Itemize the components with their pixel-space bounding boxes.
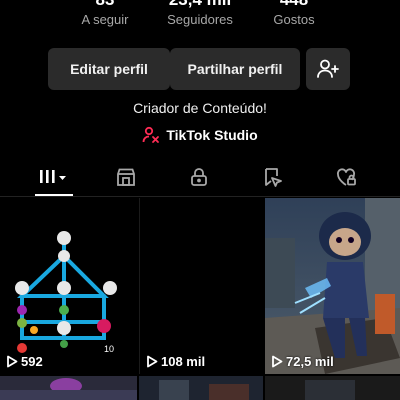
tab-store[interactable] xyxy=(103,160,149,194)
tiktok-studio-link[interactable]: TikTok Studio xyxy=(0,126,400,144)
profile-tabs xyxy=(0,160,400,196)
video-thumbnail[interactable]: 72,5 mil xyxy=(265,198,400,374)
tabs-divider xyxy=(0,196,400,197)
tab-private[interactable] xyxy=(176,160,222,194)
video-thumbnail-image xyxy=(265,376,400,400)
video-thumbnail[interactable]: 108 mil xyxy=(139,198,264,374)
tiktok-studio-icon xyxy=(142,126,160,143)
video-thumbnail[interactable] xyxy=(139,376,263,400)
store-icon xyxy=(117,168,135,186)
video-thumbnail[interactable] xyxy=(0,376,137,400)
edit-profile-button[interactable]: Editar perfil xyxy=(48,48,170,90)
video-grid: 10 592 108 mil 72,5 mil xyxy=(0,198,400,400)
likes-label: Gostos xyxy=(273,12,315,27)
add-friend-icon xyxy=(317,59,339,78)
repost-icon xyxy=(265,168,282,187)
video-thumbnail-image xyxy=(139,376,263,400)
following-count: 83 xyxy=(62,0,148,10)
profile-bio: Criador de Conteúdo! xyxy=(133,100,267,116)
play-icon xyxy=(7,355,18,368)
play-icon xyxy=(147,355,158,368)
following-stat[interactable]: 83 A seguir xyxy=(62,0,148,28)
videos-icon xyxy=(40,170,66,183)
svg-text:10: 10 xyxy=(104,344,114,354)
view-count: 592 xyxy=(6,354,43,369)
likes-count: 448 xyxy=(252,0,336,10)
tab-reposts[interactable] xyxy=(250,160,296,194)
followers-count: 23,4 mil xyxy=(150,0,250,10)
game-character-thumbnail-image xyxy=(265,198,400,374)
video-thumbnail[interactable] xyxy=(265,376,400,400)
puzzle-thumbnail-image: 10 xyxy=(0,198,137,374)
tab-liked[interactable] xyxy=(323,160,369,194)
video-thumbnail[interactable]: 10 592 xyxy=(0,198,137,374)
add-friend-button[interactable] xyxy=(306,48,350,90)
view-count-value: 108 mil xyxy=(161,354,206,369)
followers-stat[interactable]: 23,4 mil Seguidores xyxy=(150,0,250,28)
following-label: A seguir xyxy=(81,12,129,27)
view-count-value: 592 xyxy=(21,354,43,369)
liked-icon xyxy=(337,168,356,186)
view-count: 72,5 mil xyxy=(271,354,334,369)
likes-stat[interactable]: 448 Gostos xyxy=(252,0,336,28)
lock-icon xyxy=(191,168,207,186)
play-icon xyxy=(272,355,283,368)
video-thumbnail-image xyxy=(0,376,137,400)
tiktok-studio-label: TikTok Studio xyxy=(166,127,258,143)
tab-videos[interactable] xyxy=(30,160,76,196)
view-count: 108 mil xyxy=(146,354,205,369)
view-count-value: 72,5 mil xyxy=(286,354,334,369)
profile-stats: 83 A seguir 23,4 mil Seguidores 448 Gost… xyxy=(0,0,400,36)
share-profile-button[interactable]: Partilhar perfil xyxy=(170,48,300,90)
followers-label: Seguidores xyxy=(167,12,233,27)
